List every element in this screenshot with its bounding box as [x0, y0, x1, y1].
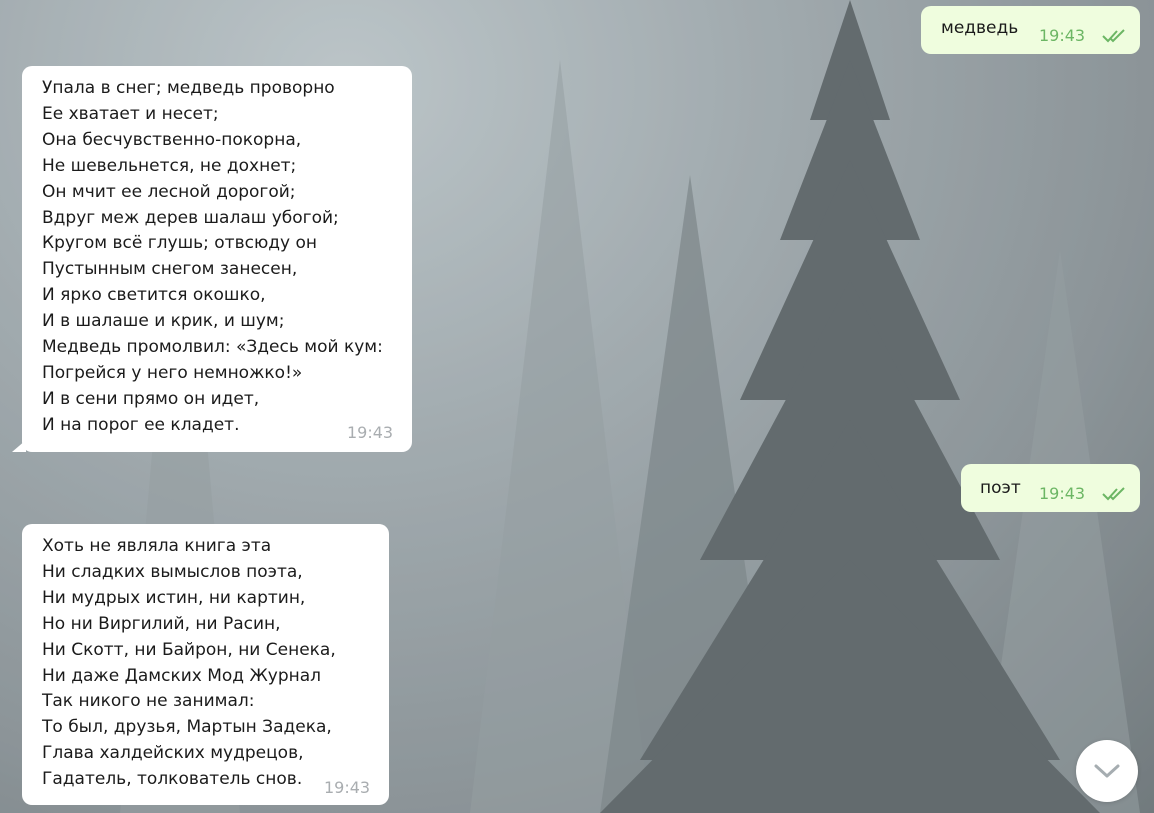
poem-line: Медведь промолвил: «Здесь мой кум: — [42, 337, 383, 358]
message-time: 19:43 — [347, 423, 394, 442]
message-text: Упала в снег; медведь проворно Ее хватае… — [42, 76, 383, 439]
poem-line: И в шалаше и крик, и шум; — [42, 311, 285, 332]
poem-line: Она бесчувственно-покорна, — [42, 129, 302, 150]
bubble-tail — [12, 440, 26, 452]
message-time: 19:43 — [1039, 484, 1086, 503]
message-text: Хоть не являла книга эта Ни сладких вымы… — [42, 534, 336, 793]
poem-line: Гадатель, толкователь снов. — [42, 769, 303, 790]
double-check-icon — [1102, 487, 1125, 501]
message-text: поэт — [980, 478, 1021, 498]
chevron-down-icon — [1094, 764, 1120, 778]
poem-line: Не шевельнется, не дохнет; — [42, 155, 297, 176]
poem-line: Хоть не являла книга эта — [42, 536, 272, 556]
poem-line: Так никого не занимал: — [42, 691, 255, 712]
poem-line: То был, друзья, Мартын Задека, — [42, 717, 332, 738]
poem-line: Пустынным снегом занесен, — [42, 259, 298, 280]
poem-line: И в сени прямо он идет, — [42, 388, 260, 409]
poem-line: Но ни Виргилий, ни Расин, — [42, 613, 281, 634]
incoming-message-bubble[interactable]: Упала в снег; медведь проворно Ее хватае… — [22, 66, 412, 452]
message-text: медведь — [941, 18, 1019, 38]
poem-line: Погрейся у него немножко!» — [42, 362, 303, 383]
poem-line: Ни даже Дамских Мод Журнал — [42, 665, 322, 686]
double-check-icon — [1102, 29, 1125, 43]
scroll-to-bottom-button[interactable] — [1076, 740, 1138, 802]
outgoing-message-bubble[interactable]: медведь 19:43 — [921, 6, 1140, 54]
poem-line: И на порог ее кладет. — [42, 414, 240, 435]
poem-line: Кругом всё глушь; отвсюду он — [42, 233, 317, 254]
poem-line: Ни сладких вымыслов поэта, — [42, 561, 303, 582]
incoming-message-bubble[interactable]: Хоть не являла книга эта Ни сладких вымы… — [22, 524, 389, 805]
poem-line: Глава халдейских мудрецов, — [42, 743, 304, 764]
poem-line: Ее хватает и несет; — [42, 103, 219, 124]
poem-line: Упала в снег; медведь проворно — [42, 78, 335, 98]
poem-line: Он мчит ее лесной дорогой; — [42, 181, 296, 202]
poem-line: Ни мудрых истин, ни картин, — [42, 587, 306, 608]
poem-line: Ни Скотт, ни Байрон, ни Сенека, — [42, 639, 336, 660]
outgoing-message-bubble[interactable]: поэт 19:43 — [961, 464, 1140, 512]
poem-line: И ярко светится окошко, — [42, 285, 266, 306]
message-time: 19:43 — [1039, 26, 1086, 45]
poem-line: Вдруг меж дерев шалаш убогой; — [42, 207, 339, 228]
message-time: 19:43 — [324, 778, 371, 797]
